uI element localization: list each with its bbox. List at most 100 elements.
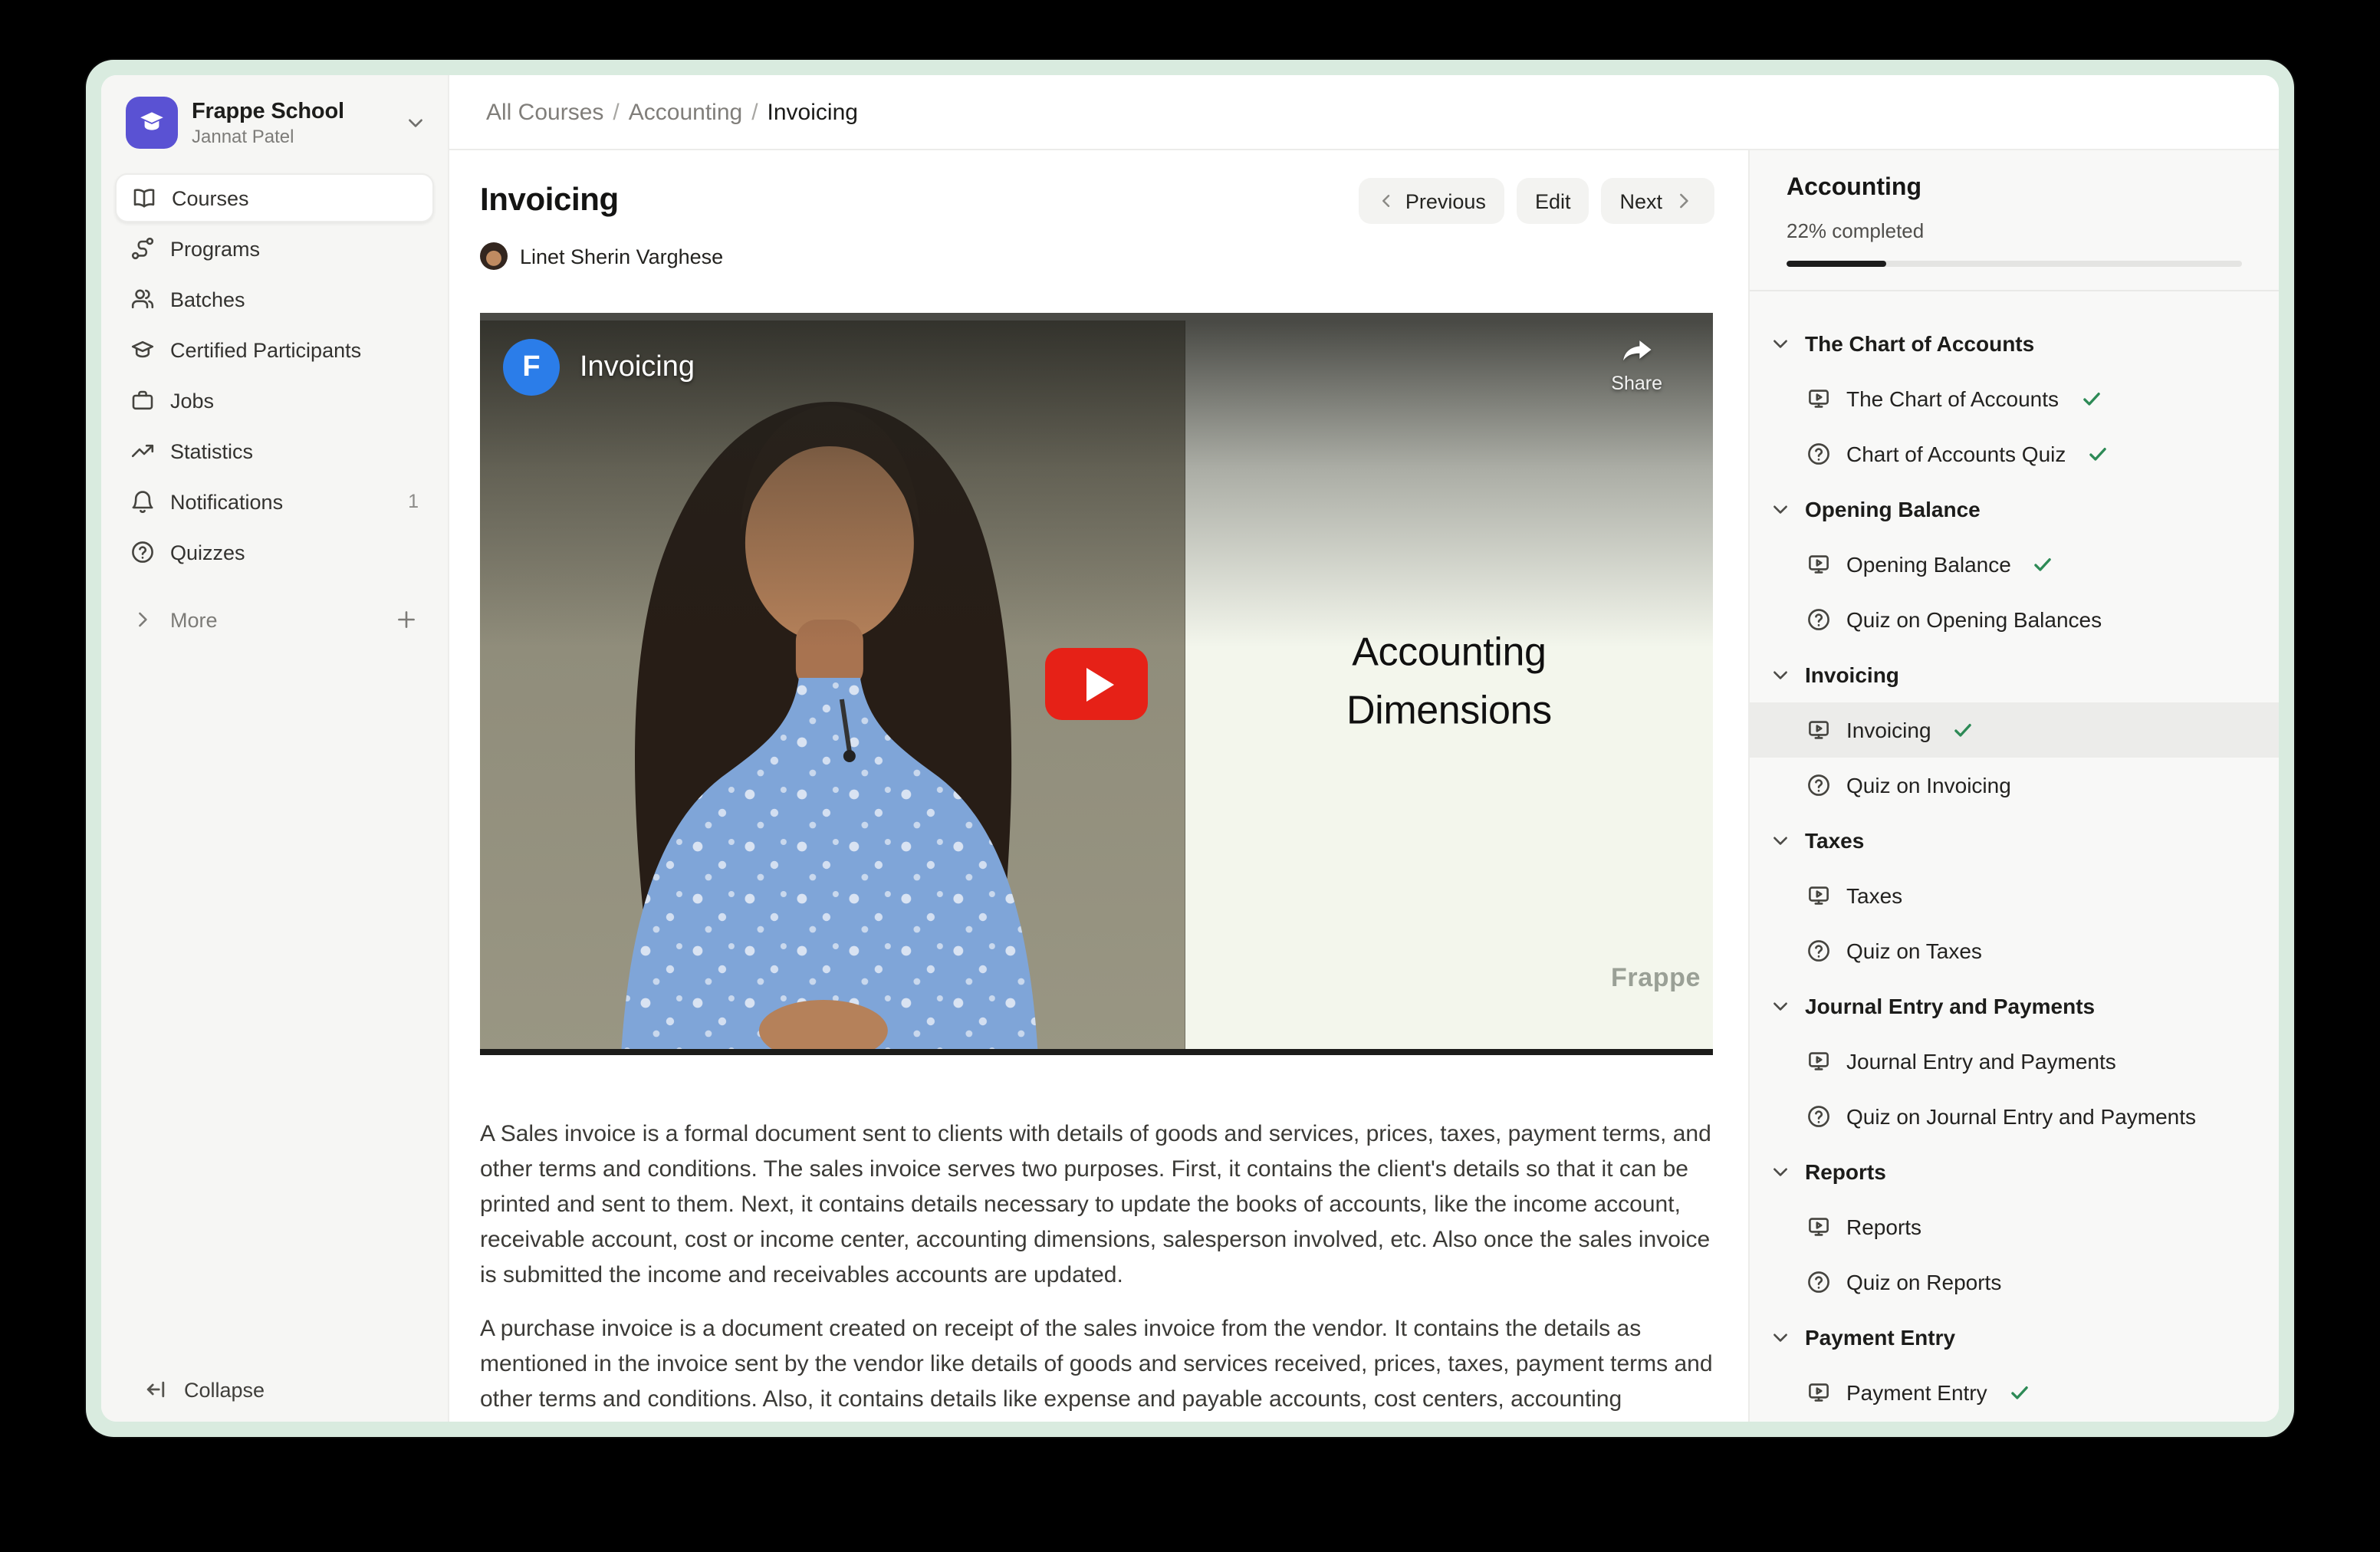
lesson-row-quiz-on-opening-balances[interactable]: Quiz on Opening Balances: [1750, 592, 2279, 647]
lesson-row-chart-of-accounts-quiz[interactable]: Chart of Accounts Quiz: [1750, 426, 2279, 482]
breadcrumb-link-all-courses[interactable]: All Courses: [486, 99, 603, 125]
edit-button[interactable]: Edit: [1517, 178, 1589, 224]
lesson-row-quiz-on-reports[interactable]: Quiz on Reports: [1750, 1254, 2279, 1310]
previous-button[interactable]: Previous: [1359, 178, 1504, 224]
share-label: Share: [1611, 373, 1662, 394]
collapse-left-icon: [144, 1377, 169, 1402]
lesson-row-quiz-on-journal-entry-and-payments[interactable]: Quiz on Journal Entry and Payments: [1750, 1089, 2279, 1144]
next-button[interactable]: Next: [1601, 178, 1714, 224]
lesson-title: Reports: [1846, 1215, 1921, 1239]
monitor-play-icon: [1806, 386, 1831, 411]
lesson-row-opening-balance[interactable]: Opening Balance: [1750, 537, 2279, 592]
sidebar-item-label: Jobs: [170, 389, 419, 412]
lesson-row-quiz-on-invoicing[interactable]: Quiz on Invoicing: [1750, 758, 2279, 813]
lesson-row-journal-entry-and-payments[interactable]: Journal Entry and Payments: [1750, 1034, 2279, 1089]
lesson-row-payment-entry[interactable]: Payment Entry: [1750, 1365, 2279, 1420]
help-circle-icon: [1806, 442, 1831, 466]
sidebar-item-jobs[interactable]: Jobs: [115, 376, 434, 425]
video-slide-frame: Accounting Dimensions Frappe: [1185, 313, 1713, 1055]
sidebar-more-label: More: [170, 608, 379, 631]
chapter-title: Payment Entry: [1805, 1325, 1955, 1350]
lesson-title: Quiz on Opening Balances: [1846, 607, 2102, 632]
video-title-overlay[interactable]: F Invoicing: [503, 339, 695, 396]
slide-title: Accounting Dimensions: [1185, 622, 1713, 738]
workspace-switcher[interactable]: Frappe School Jannat Patel: [115, 97, 434, 149]
help-circle-icon: [1806, 773, 1831, 797]
lesson-row-taxes[interactable]: Taxes: [1750, 868, 2279, 923]
chapter-row-journal-entry-and-payments[interactable]: Journal Entry and Payments: [1750, 978, 2279, 1034]
chevron-right-icon: [130, 607, 155, 632]
chevron-down-icon: [1768, 1325, 1793, 1350]
completed-check-icon: [2033, 554, 2054, 575]
chapter-row-the-chart-of-accounts[interactable]: The Chart of Accounts: [1750, 316, 2279, 371]
chapter-title: Taxes: [1805, 828, 1864, 853]
users-icon: [130, 287, 155, 311]
lesson-row-the-chart-of-accounts[interactable]: The Chart of Accounts: [1750, 371, 2279, 426]
chevron-down-icon: [1768, 331, 1793, 356]
chevron-down-icon: [1768, 663, 1793, 687]
lesson-body: A Sales invoice is a formal document sen…: [480, 1116, 1713, 1422]
help-circle-icon: [1806, 939, 1831, 963]
sidebar-item-more[interactable]: More: [115, 595, 434, 644]
course-title: Accounting: [1787, 175, 2242, 202]
video-player[interactable]: Accounting Dimensions Frappe F Invoicing: [480, 313, 1713, 1055]
sidebar-item-programs[interactable]: Programs: [115, 224, 434, 273]
chevron-down-icon: [1768, 497, 1793, 521]
plus-icon[interactable]: [394, 607, 419, 632]
chapter-row-taxes[interactable]: Taxes: [1750, 813, 2279, 868]
sidebar-item-certified-participants[interactable]: Certified Participants: [115, 325, 434, 374]
lesson-paragraph-1: A Sales invoice is a formal document sen…: [480, 1116, 1713, 1293]
previous-button-label: Previous: [1405, 189, 1486, 212]
breadcrumb-link-accounting[interactable]: Accounting: [629, 99, 742, 125]
lesson-actions: Previous Edit Next: [1359, 178, 1714, 224]
lesson-title: Chart of Accounts Quiz: [1846, 442, 2066, 466]
workspace-text: Frappe School Jannat Patel: [192, 99, 390, 146]
sidebar-item-batches[interactable]: Batches: [115, 275, 434, 324]
chapter-row-opening-balance[interactable]: Opening Balance: [1750, 482, 2279, 537]
monitor-play-icon: [1806, 552, 1831, 577]
breadcrumb-separator: /: [613, 99, 619, 125]
sidebar-item-statistics[interactable]: Statistics: [115, 426, 434, 475]
chevron-down-icon: [403, 110, 428, 135]
video-bottom-edge: [480, 1049, 1713, 1055]
lesson-title: Taxes: [1846, 883, 1902, 908]
lesson-row-invoicing[interactable]: Invoicing: [1750, 702, 2279, 758]
sidebar-item-courses[interactable]: Courses: [115, 173, 434, 222]
chapter-row-reports[interactable]: Reports: [1750, 1144, 2279, 1199]
lesson-author: Linet Sherin Varghese: [480, 236, 1714, 276]
author-name: Linet Sherin Varghese: [520, 245, 723, 268]
lesson-row-reports[interactable]: Reports: [1750, 1199, 2279, 1254]
video-top-edge: [480, 313, 1713, 321]
chevron-down-icon: [1768, 828, 1793, 853]
collapse-label: Collapse: [184, 1378, 265, 1401]
page-title: Invoicing: [480, 182, 619, 219]
chapter-title: Invoicing: [1805, 663, 1899, 687]
sidebar-item-quizzes[interactable]: Quizzes: [115, 528, 434, 577]
sidebar-nav: Courses ProgramsBatchesCertified Particip…: [115, 173, 434, 577]
sidebar-item-notifications[interactable]: Notifications1: [115, 477, 434, 526]
lesson-title: Opening Balance: [1846, 552, 2011, 577]
sidebar-spacer: [115, 644, 434, 1370]
chapter-row-payment-entry[interactable]: Payment Entry: [1750, 1310, 2279, 1365]
sidebar-item-label: Courses: [172, 186, 417, 209]
desktop: Frappe School Jannat Patel Courses Progra…: [0, 0, 2380, 1552]
monitor-play-icon: [1806, 1215, 1831, 1239]
workspace-user: Jannat Patel: [192, 125, 390, 146]
chapter-title: Journal Entry and Payments: [1805, 994, 2095, 1018]
completed-check-icon: [2087, 443, 2109, 465]
top-bar: All Courses/Accounting/Invoicing: [449, 75, 2279, 150]
collapse-sidebar-button[interactable]: Collapse: [115, 1370, 434, 1409]
chapter-title: Reports: [1805, 1159, 1886, 1184]
chapter-row-invoicing[interactable]: Invoicing: [1750, 647, 2279, 702]
play-button[interactable]: [1045, 648, 1148, 720]
route-icon: [130, 236, 155, 261]
breadcrumb-current: Invoicing: [768, 99, 858, 125]
lesson-title: Quiz on Journal Entry and Payments: [1846, 1104, 2196, 1129]
completed-check-icon: [1953, 719, 1974, 741]
sidebar-item-label: Notifications: [170, 490, 393, 513]
lesson-title: Quiz on Taxes: [1846, 939, 1982, 963]
share-button[interactable]: Share: [1611, 333, 1662, 394]
channel-avatar[interactable]: F: [503, 339, 560, 396]
lesson-row-quiz-on-taxes[interactable]: Quiz on Taxes: [1750, 923, 2279, 978]
monitor-play-icon: [1806, 883, 1831, 908]
